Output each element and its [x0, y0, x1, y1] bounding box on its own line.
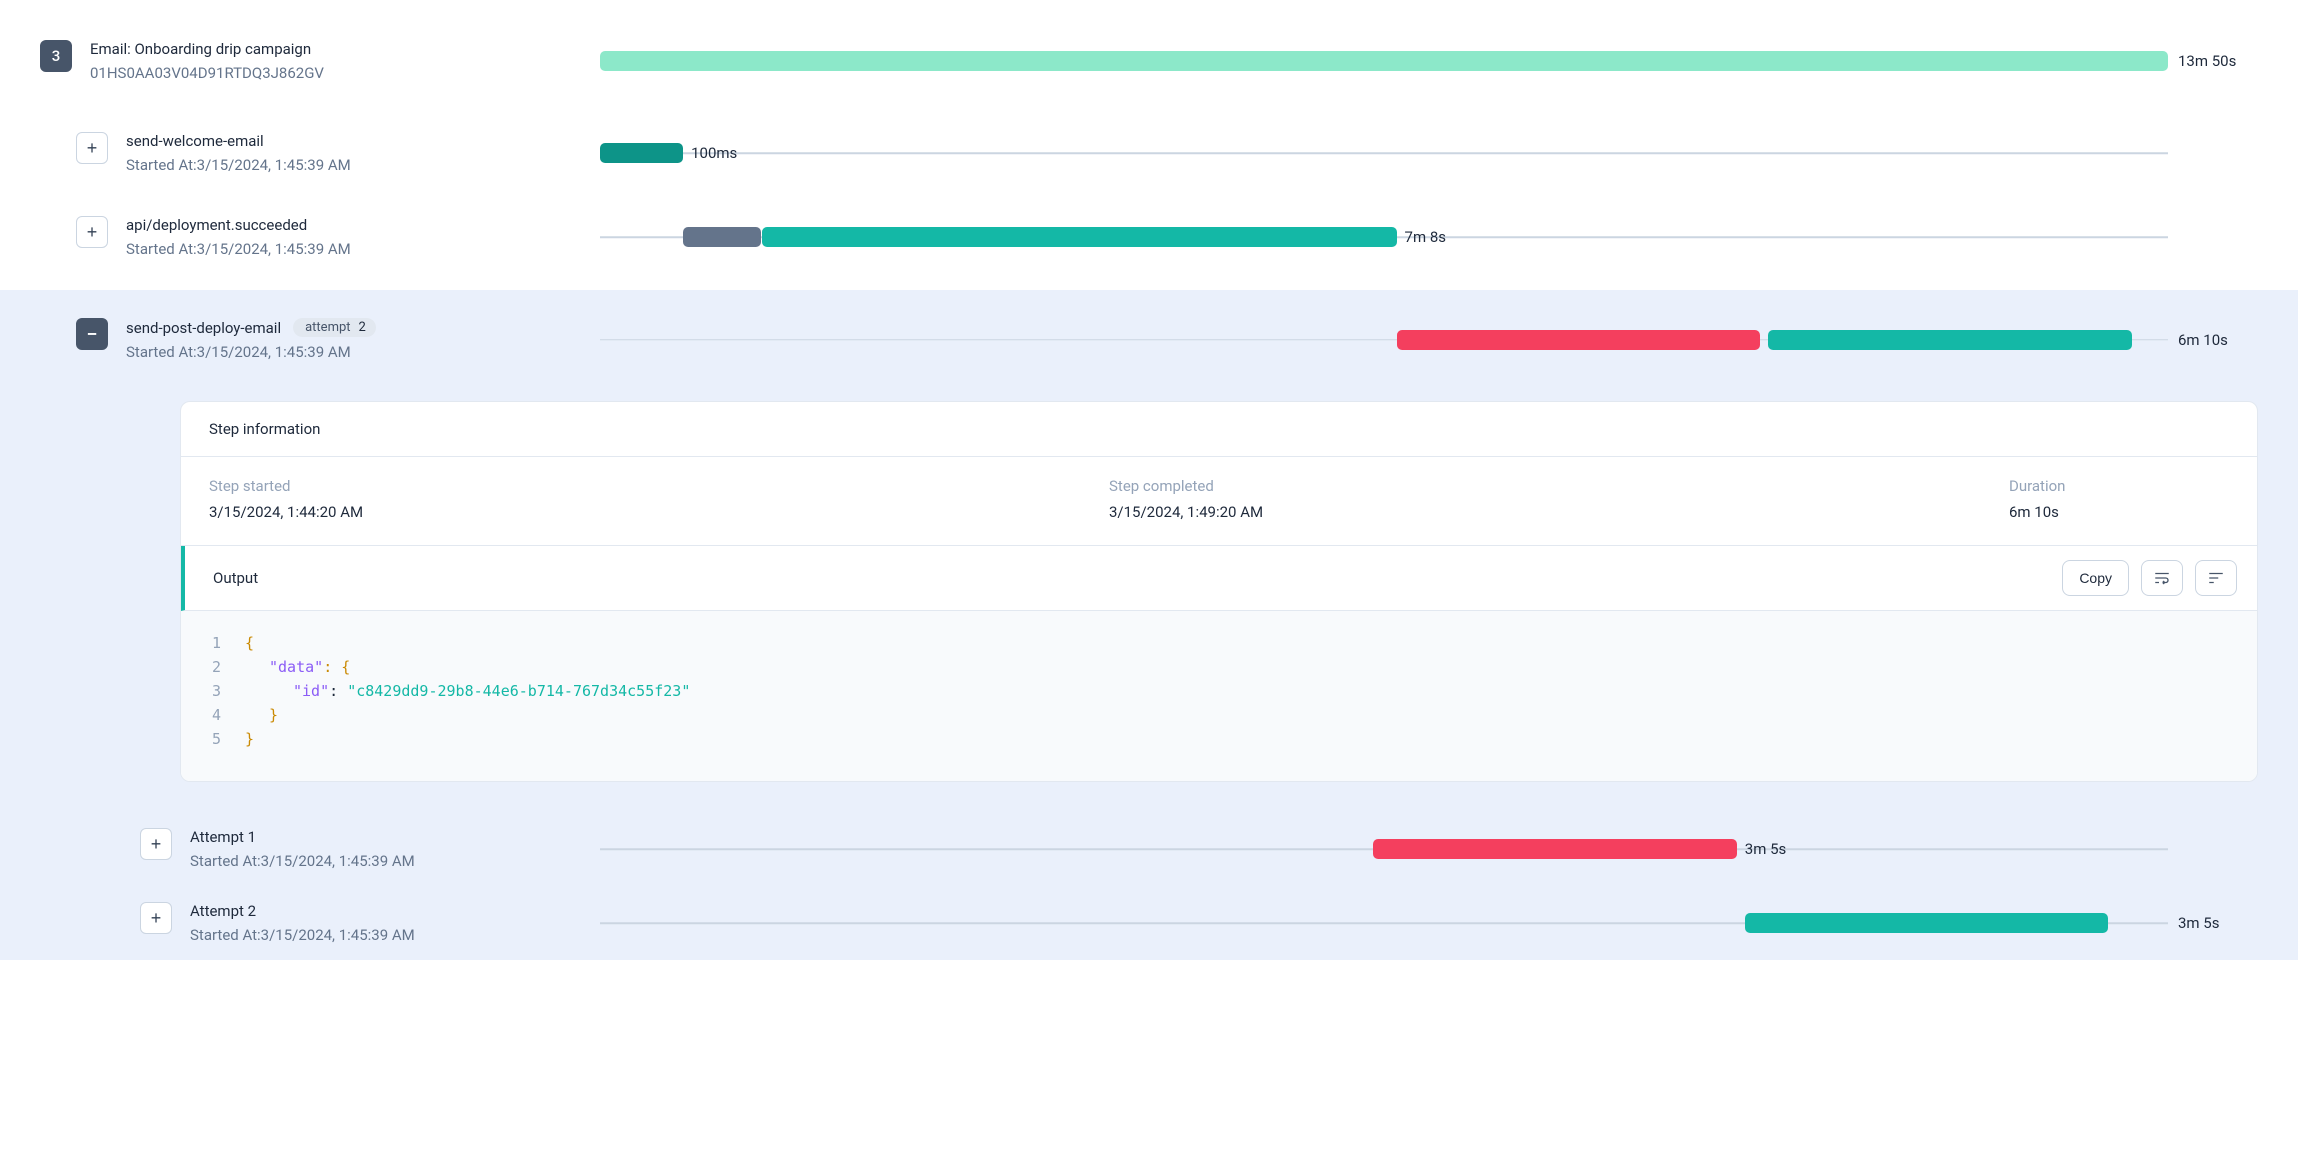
run-title: Email: Onboarding drip campaign — [90, 40, 324, 58]
step-row-send-welcome-email: + send-welcome-email Started At:3/15/202… — [0, 122, 2298, 184]
expand-button[interactable]: + — [76, 132, 108, 164]
step-duration: 6m 10s — [2178, 331, 2258, 349]
collapse-button[interactable]: − — [76, 318, 108, 350]
attempt-timeline — [600, 909, 2168, 937]
duration-value: 6m 10s — [2009, 503, 2229, 521]
step-timeline: 7m 8s — [600, 223, 2168, 251]
step-started-at: Started At:3/15/2024, 1:45:39 AM — [126, 343, 376, 361]
step-started-at: Started At:3/15/2024, 1:45:39 AM — [126, 156, 351, 174]
expand-button[interactable]: + — [140, 828, 172, 860]
step-name: send-post-deploy-email — [126, 319, 281, 337]
step-completed-value: 3/15/2024, 1:49:20 AM — [1109, 503, 2009, 521]
attempt-started-at: Started At:3/15/2024, 1:45:39 AM — [190, 852, 415, 870]
run-step-count-badge: 3 — [40, 40, 72, 72]
output-label: Output — [213, 569, 2050, 587]
run-root-row: 3 Email: Onboarding drip campaign 01HS0A… — [0, 30, 2298, 92]
step-completed-label: Step completed — [1109, 477, 2009, 495]
expand-button[interactable]: + — [76, 216, 108, 248]
attempt-duration: 3m 5s — [2178, 914, 2258, 932]
duration-label: Duration — [2009, 477, 2229, 495]
run-timeline — [600, 47, 2168, 75]
step-row-api-deployment-succeeded: + api/deployment.succeeded Started At:3/… — [0, 206, 2298, 268]
step-started-label: Step started — [209, 477, 1109, 495]
output-code: 1{ 2"data": { 3"id": "c8429dd9-29b8-44e6… — [181, 611, 2257, 781]
step-timeline — [600, 326, 2168, 354]
sort-icon[interactable] — [2195, 560, 2237, 596]
copy-button[interactable]: Copy — [2062, 560, 2129, 596]
attempt-row-2: + Attempt 2 Started At:3/15/2024, 1:45:3… — [0, 886, 2298, 960]
run-id: 01HS0AA03V04D91RTDQ3J862GV — [90, 64, 324, 82]
word-wrap-icon[interactable] — [2141, 560, 2183, 596]
attempt-duration: 3m 5s — [1745, 840, 1786, 858]
attempt-title: Attempt 1 — [190, 828, 415, 846]
step-started-at: Started At:3/15/2024, 1:45:39 AM — [126, 240, 351, 258]
step-timeline: 100ms — [600, 139, 2168, 167]
attempt-timeline: 3m 5s — [600, 835, 2168, 863]
attempt-title: Attempt 2 — [190, 902, 415, 920]
attempt-started-at: Started At:3/15/2024, 1:45:39 AM — [190, 926, 415, 944]
step-name: api/deployment.succeeded — [126, 216, 351, 234]
attempt-badge: attempt 2 — [293, 318, 376, 337]
expand-button[interactable]: + — [140, 902, 172, 934]
step-detail-panel: Step information Step started 3/15/2024,… — [0, 381, 2298, 812]
step-started-value: 3/15/2024, 1:44:20 AM — [209, 503, 1109, 521]
step-row-send-post-deploy-email: − send-post-deploy-email attempt 2 Start… — [0, 290, 2298, 381]
step-duration: 100ms — [691, 144, 737, 162]
step-name: send-welcome-email — [126, 132, 351, 150]
step-duration: 7m 8s — [1405, 228, 1446, 246]
detail-header: Step information — [181, 402, 2257, 457]
attempt-row-1: + Attempt 1 Started At:3/15/2024, 1:45:3… — [0, 812, 2298, 886]
run-duration: 13m 50s — [2178, 52, 2258, 70]
